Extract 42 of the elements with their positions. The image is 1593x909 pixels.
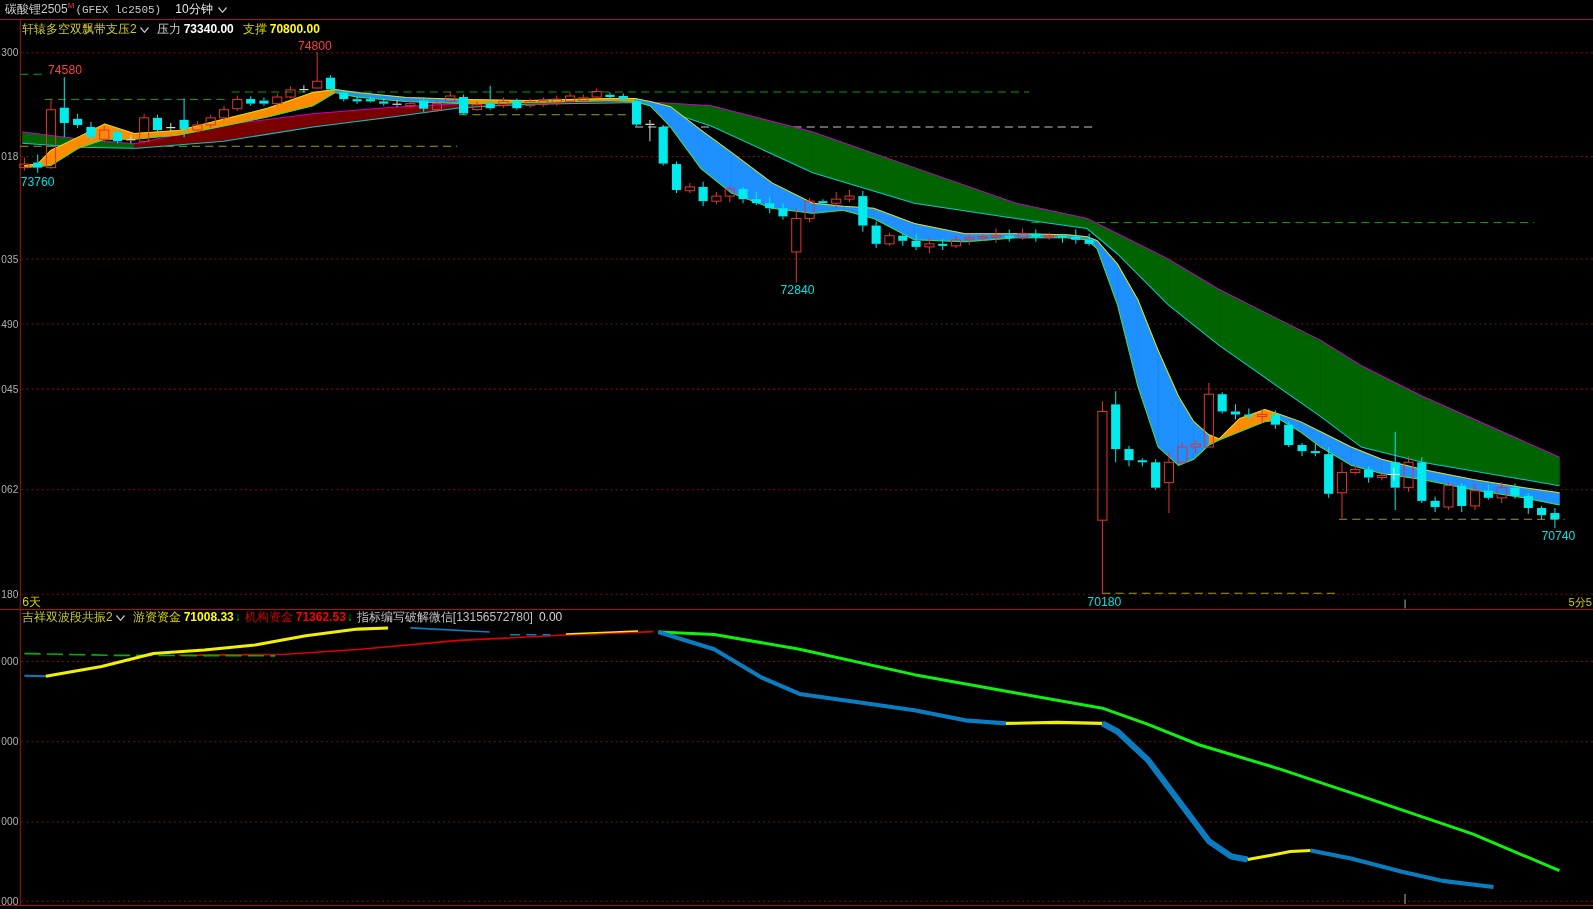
reading-value: 73340.00 [183, 22, 234, 37]
axis-label: 000 [1, 895, 19, 905]
reading-label: 支撑 [242, 22, 267, 37]
axis-label: 018 [1, 151, 19, 162]
caret-icon [139, 26, 149, 33]
axis-label: 490 [1, 318, 19, 330]
price-label: 74580 [48, 63, 82, 78]
trend-arrow: ↓ [346, 610, 353, 625]
axis-tick [1404, 893, 1406, 905]
period-selector[interactable]: 10分钟 [175, 1, 227, 18]
reading-label: 机构资金 [244, 610, 293, 625]
axis-tick [1404, 598, 1406, 609]
indicator-selector[interactable]: 吉祥双波段共振2 [22, 610, 125, 625]
axis-label: 000 [1, 656, 19, 667]
reading-value: 70800.00 [269, 22, 320, 37]
axis-label: 062 [1, 484, 19, 496]
axis-label: 045 [1, 383, 19, 395]
caret-icon [217, 6, 227, 13]
price-label: 70740 [1541, 529, 1576, 544]
indicator-note: 指标编写破解微信[13156572780] [356, 610, 533, 625]
contract-code: (GFEX lc2505) [75, 3, 162, 16]
reading-label: 游资资金 [132, 610, 181, 625]
reading-label: 压力 [156, 22, 181, 37]
symbol-title: 碳酸锂2505$^{M}$ [5, 1, 75, 18]
axis-label: 000 [1, 736, 19, 748]
price-label: 73760 [20, 174, 55, 189]
reading-value: 71008.33 [183, 610, 234, 625]
indicator-selector[interactable]: 轩辕多空双飘带支压2 [22, 22, 149, 37]
axis-label: 000 [1, 816, 19, 828]
price-label: 74800 [298, 38, 332, 53]
trend-arrow: ↓ [234, 610, 241, 625]
axis-label: 035 [1, 253, 19, 265]
axis-label: 180 [1, 588, 19, 600]
axis-label: 300 [1, 47, 19, 59]
reading-value: 71362.53 [295, 610, 346, 625]
price-label: 70180 [1087, 594, 1122, 609]
caret-icon [115, 614, 125, 621]
crosshair-icon [1387, 467, 1401, 482]
period-label: 5分5 [1568, 595, 1592, 608]
note-value: 0.00 [538, 610, 563, 625]
span-label: 6天 [22, 594, 42, 609]
price-label: 72840 [780, 282, 815, 297]
